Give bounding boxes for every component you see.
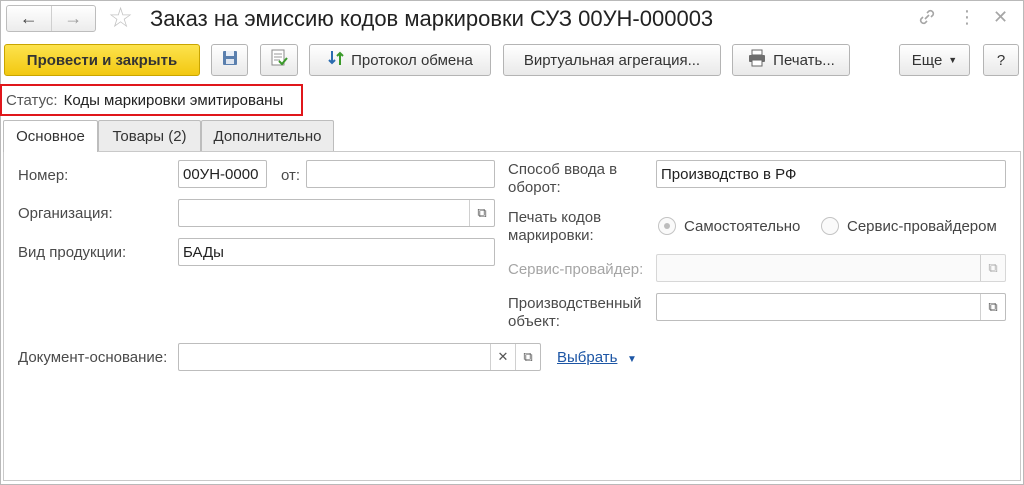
- print-provider-label: Сервис-провайдером: [847, 218, 997, 235]
- exchange-log-button[interactable]: Протокол обмена: [309, 44, 491, 76]
- base-document-field[interactable]: ✕ ⧉: [178, 343, 541, 371]
- organization-label: Организация:: [18, 205, 113, 222]
- open-icon[interactable]: ⧉: [980, 294, 1005, 320]
- service-provider-field[interactable]: ⧉: [656, 254, 1006, 282]
- status-value: Коды маркировки эмитированы: [63, 91, 284, 109]
- print-codes-label: Печать кодов маркировки:: [508, 209, 602, 244]
- post-document-button[interactable]: [260, 44, 298, 76]
- dropdown-caret-icon: ▼: [948, 55, 958, 65]
- help-button[interactable]: ?: [983, 44, 1019, 76]
- forward-arrow-icon[interactable]: →: [50, 6, 96, 31]
- more-button[interactable]: Еще ▼: [899, 44, 970, 76]
- date-field[interactable]: [306, 160, 495, 188]
- dropdown-caret-icon[interactable]: ▼: [627, 354, 637, 365]
- product-type-field[interactable]: БАДы: [178, 238, 495, 266]
- floppy-disk-icon: [221, 49, 239, 71]
- print-self-radio[interactable]: [658, 217, 676, 235]
- tab-main[interactable]: Основное: [3, 120, 98, 152]
- production-object-field[interactable]: ⧉: [656, 293, 1006, 321]
- post-and-close-button[interactable]: Провести и закрыть: [4, 44, 200, 76]
- status-indicator: Статус: Коды маркировки эмитированы: [0, 84, 303, 116]
- service-provider-label: Сервис-провайдер:: [508, 261, 644, 278]
- back-arrow-icon[interactable]: ←: [7, 6, 51, 31]
- close-icon[interactable]: ✕: [993, 7, 1008, 27]
- favorite-star-icon[interactable]: ☆: [108, 3, 133, 33]
- base-document-label: Документ-основание:: [18, 349, 168, 366]
- printer-icon: [747, 49, 767, 71]
- window-title: Заказ на эмиссию кодов маркировки СУЗ 00…: [150, 6, 714, 31]
- date-label: от:: [281, 167, 301, 184]
- title-bar: ← → ☆ Заказ на эмиссию кодов маркировки …: [0, 0, 1024, 38]
- open-icon[interactable]: ⧉: [515, 344, 540, 370]
- print-button[interactable]: Печать...: [732, 44, 850, 76]
- open-icon[interactable]: ⧉: [469, 200, 494, 226]
- select-link[interactable]: Выбрать: [557, 349, 617, 366]
- clear-icon[interactable]: ✕: [490, 344, 515, 370]
- status-label: Статус:: [6, 91, 58, 109]
- print-self-label: Самостоятельно: [684, 218, 801, 235]
- virtual-aggregation-button[interactable]: Виртуальная агрегация...: [503, 44, 721, 76]
- entry-method-label: Способ ввода в оборот:: [508, 161, 618, 196]
- number-field[interactable]: 00УН-0000: [178, 160, 267, 188]
- save-button[interactable]: [211, 44, 248, 76]
- print-provider-radio[interactable]: [821, 217, 839, 235]
- link-icon[interactable]: [917, 7, 937, 31]
- tab-goods[interactable]: Товары (2): [98, 120, 201, 151]
- production-object-label: Производственный объект:: [508, 295, 642, 330]
- open-icon[interactable]: ⧉: [980, 255, 1005, 281]
- more-vertical-icon[interactable]: ⋮: [958, 7, 976, 27]
- exchange-arrows-icon: [327, 49, 345, 71]
- organization-field[interactable]: ⧉: [178, 199, 495, 227]
- number-label: Номер:: [18, 167, 69, 184]
- navigation-group: ← →: [6, 5, 96, 32]
- entry-method-field[interactable]: Производство в РФ: [656, 160, 1006, 188]
- tab-additional[interactable]: Дополнительно: [201, 120, 334, 151]
- post-document-icon: [269, 48, 289, 72]
- product-type-label: Вид продукции:: [18, 244, 127, 261]
